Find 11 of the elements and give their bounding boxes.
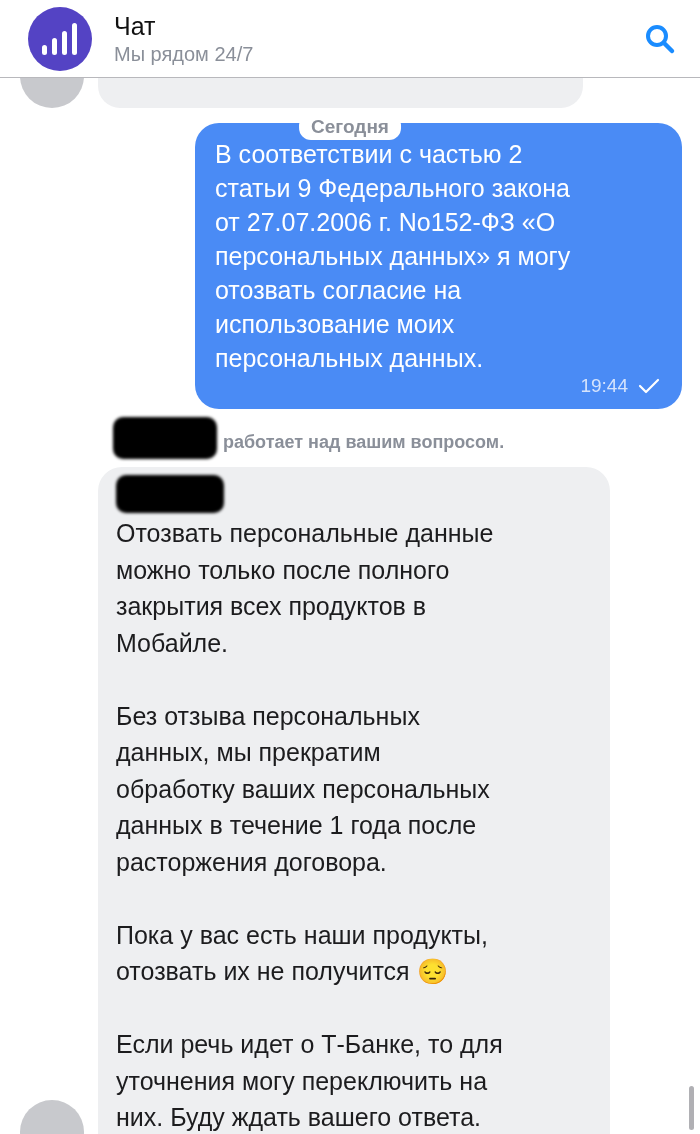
message-text: В соответствии с частью 2 статьи 9 Федерального закона от 27.07.2006 г. No152-ФЗ «О персональных данных» я могу отозвать согласие на использование моих персональных данных. — [215, 139, 572, 374]
message-paragraph: Если речь идет о Т-Банке, то для уточнения могу переключить на них. Буду ждать вашего ответа. — [116, 1029, 504, 1133]
message-paragraph: Без отзыва персональных данных, мы прекратим обработку ваших персональных данных в течение 1 года после расторжения договора. — [116, 700, 491, 878]
search-icon[interactable] — [644, 22, 676, 55]
message-paragraph: Пока у вас есть наши продукты, отозвать их не получится 😔 — [116, 919, 489, 987]
message-paragraph: Отозвать персональные данные можно только после полного закрытия всех продуктов в Мобайле. — [116, 518, 495, 659]
chat-title: Чат — [114, 10, 157, 41]
chat-subtitle: Мы рядом 24/7 — [114, 41, 255, 67]
status-text: работает над вашим вопросом. — [223, 432, 505, 454]
scrollbar — [689, 1086, 694, 1130]
message-time: 19:44 — [580, 375, 628, 397]
